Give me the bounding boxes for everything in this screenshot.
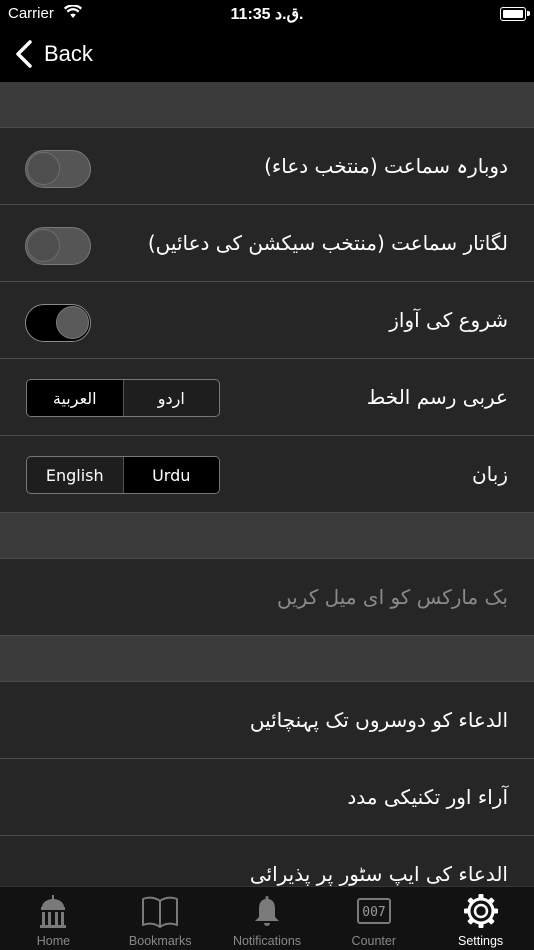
navigation-bar: Back <box>0 28 534 82</box>
arabic-script-row: عربی رسم الخط العربية اردو <box>0 359 534 436</box>
section-separator <box>0 513 534 559</box>
email-bookmarks-label: بک مارکس کو ای میل کریں <box>276 585 508 609</box>
feedback-support-label: آراء اور تکنیکی مدد <box>347 785 508 809</box>
tab-home[interactable]: Home <box>0 887 107 950</box>
back-button[interactable]: Back <box>14 38 93 70</box>
home-icon <box>40 895 67 928</box>
continuous-playback-label: لگاتار سماعت (منتخب سیکشن کی دعائیں) <box>147 231 508 255</box>
tab-settings[interactable]: Settings <box>427 887 534 950</box>
email-bookmarks-row[interactable]: بک مارکس کو ای میل کریں <box>0 559 534 636</box>
back-label: Back <box>44 41 93 66</box>
clock: 11:35 ق.د. <box>230 6 304 23</box>
section-separator <box>0 636 534 682</box>
tab-counter[interactable]: 007 Counter <box>320 887 427 950</box>
segment-english[interactable]: English <box>27 457 123 493</box>
bell-icon <box>254 896 279 926</box>
language-row: زبان English Urdu <box>0 436 534 513</box>
share-app-row[interactable]: الدعاء کو دوسروں تک پہنچائیں <box>0 682 534 759</box>
segment-urdu[interactable]: Urdu <box>122 457 219 493</box>
feedback-support-row[interactable]: آراء اور تکنیکی مدد <box>0 759 534 836</box>
toggle-knob <box>27 229 60 262</box>
tab-bar: Home Bookmarks Notifications 007 Counter <box>0 886 534 950</box>
bookmarks-icon <box>142 896 179 928</box>
tab-home-label: Home <box>36 934 71 948</box>
tab-settings-label: Settings <box>458 934 504 948</box>
segment-urdu-script[interactable]: اردو <box>122 380 220 416</box>
settings-list: دوبارہ سماعت (منتخب دعاء) لگاتار سماعت (… <box>0 82 534 913</box>
repeat-playback-row: دوبارہ سماعت (منتخب دعاء) <box>0 128 534 205</box>
language-label: زبان <box>471 462 508 486</box>
tab-bookmarks-label: Bookmarks <box>128 934 192 948</box>
chevron-left-icon <box>16 40 32 68</box>
toggle-knob <box>27 152 60 185</box>
share-app-label: الدعاء کو دوسروں تک پہنچائیں <box>249 708 508 732</box>
tab-notifications[interactable]: Notifications <box>214 887 321 950</box>
counter-icon: 007 <box>356 898 391 924</box>
language-segmented-control: English Urdu <box>26 456 220 494</box>
start-sound-label: شروع کی آواز <box>389 308 508 332</box>
continuous-playback-row: لگاتار سماعت (منتخب سیکشن کی دعائیں) <box>0 205 534 282</box>
toggle-knob <box>56 306 89 339</box>
arabic-script-label: عربی رسم الخط <box>366 385 508 409</box>
gear-icon <box>463 894 498 928</box>
repeat-playback-label: دوبارہ سماعت (منتخب دعاء) <box>264 154 508 178</box>
tab-notifications-label: Notifications <box>232 934 302 948</box>
arabic-script-segmented-control: العربية اردو <box>26 379 220 417</box>
start-sound-row: شروع کی آواز <box>0 282 534 359</box>
segment-arabic[interactable]: العربية <box>27 380 123 416</box>
section-separator <box>0 82 534 128</box>
status-bar: Carrier 11:35 ق.د. <box>0 0 534 28</box>
tab-counter-label: Counter <box>351 934 397 948</box>
start-sound-toggle[interactable] <box>25 304 91 342</box>
repeat-playback-toggle[interactable] <box>25 150 91 188</box>
counter-icon-digits: 007 <box>362 905 385 920</box>
battery-icon <box>500 7 530 21</box>
tab-bookmarks[interactable]: Bookmarks <box>107 887 214 950</box>
continuous-playback-toggle[interactable] <box>25 227 91 265</box>
